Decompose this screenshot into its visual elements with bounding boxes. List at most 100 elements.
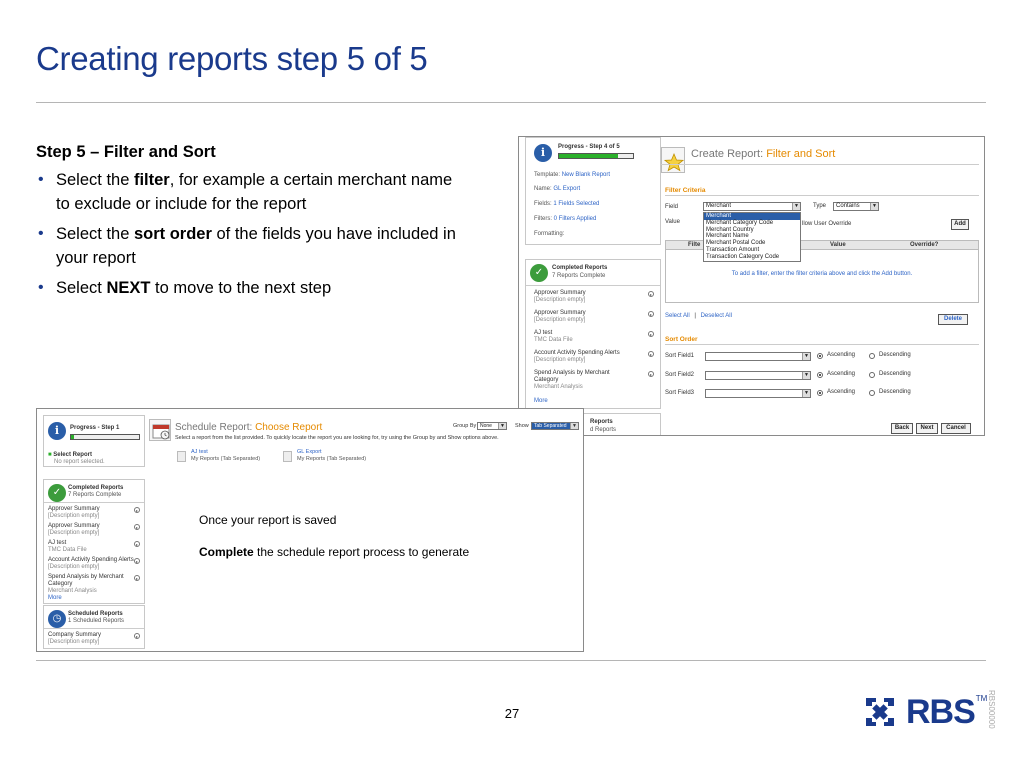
rbs-logo: RBS TM [862, 692, 987, 732]
filters-link[interactable]: 0 Filters Applied [554, 216, 597, 222]
descending-label: Descending [879, 389, 911, 395]
scheduled-title: Scheduled Reports [68, 611, 123, 617]
more-link[interactable]: More [534, 398, 548, 404]
completed-title: Completed Reports [68, 485, 124, 491]
note-complete: Complete the schedule report process to … [199, 545, 470, 559]
list-item[interactable]: Account Activity Spending Alerts [Descrip… [534, 350, 620, 364]
back-button[interactable]: Back [891, 423, 913, 434]
dropdown-option[interactable]: Merchant Category Code [704, 220, 800, 227]
check-icon: ✓ [48, 484, 66, 502]
type-select[interactable]: Contains ▼ [833, 202, 879, 211]
select-report-row: ■ Select Report [48, 452, 92, 458]
dropdown-option[interactable]: Merchant Country [704, 227, 800, 234]
sort2-ascending-radio[interactable] [817, 372, 823, 378]
cancel-button[interactable]: Cancel [941, 423, 971, 434]
report-file-item[interactable]: GL Export My Reports (Tab Separated) [297, 449, 366, 463]
arrow-right-icon[interactable]: ▸ [134, 633, 140, 639]
report-file-item[interactable]: AJ test My Reports (Tab Separated) [191, 449, 260, 463]
note-saved: Once your report is saved [199, 513, 337, 527]
bullet-next: • Select NEXT to move to the next step [36, 276, 456, 300]
fields-link[interactable]: 1 Fields Selected [553, 201, 599, 207]
step-instructions: Step 5 – Filter and Sort • Select the fil… [36, 140, 456, 306]
arrow-right-icon[interactable]: ▸ [134, 558, 140, 564]
info-icon: i [48, 422, 66, 440]
more-link[interactable]: More [48, 595, 62, 601]
list-item[interactable]: Spend Analysis by Merchant Category Mercha… [534, 370, 610, 391]
type-label: Type [813, 203, 827, 209]
list-item[interactable]: Approver Summary [Description empty] [48, 523, 100, 537]
arrow-right-icon[interactable]: ▸ [648, 351, 654, 357]
sort-field1-select[interactable]: ▼ [705, 352, 811, 361]
list-item[interactable]: Approver Summary [Description empty] [534, 290, 586, 304]
list-item[interactable]: Approver Summary [Description empty] [48, 506, 100, 520]
arrow-right-icon[interactable]: ▸ [134, 541, 140, 547]
select-all-link[interactable]: Select All [665, 313, 690, 319]
dropdown-option[interactable]: Merchant Postal Code [704, 240, 800, 247]
completed-count: 7 Reports Complete [68, 492, 122, 498]
sort1-descending-radio[interactable] [869, 353, 875, 359]
descending-label: Descending [879, 352, 911, 358]
sort-field2-select[interactable]: ▼ [705, 371, 811, 380]
name-link[interactable]: GL Export [553, 186, 580, 192]
step-heading: Step 5 – Filter and Sort [36, 143, 216, 161]
list-item[interactable]: Account Activity Spending Alerts [Descrip… [48, 557, 134, 571]
value-col-header: Value [830, 242, 846, 248]
sort-field3-select[interactable]: ▼ [705, 389, 811, 398]
divider [526, 285, 660, 286]
page-title: Schedule Report: Choose Report [175, 422, 323, 433]
sort3-ascending-radio[interactable] [817, 390, 823, 396]
value-label: Value [665, 219, 680, 225]
list-item[interactable]: AJ test TMC Data File [534, 330, 573, 344]
arrow-right-icon[interactable]: ▸ [648, 311, 654, 317]
arrow-right-icon[interactable]: ▸ [134, 575, 140, 581]
dropdown-option[interactable]: Merchant Name [704, 233, 800, 240]
arrow-right-icon[interactable]: ▸ [134, 507, 140, 513]
dropdown-option[interactable]: Transaction Category Code [704, 254, 800, 261]
arrow-right-icon[interactable]: ▸ [648, 371, 654, 377]
bullet-icon: • [38, 279, 44, 296]
list-item[interactable]: AJ test TMC Data File [48, 540, 87, 554]
rbs-logo-text: RBS [906, 692, 976, 731]
filters-row: Filters: 0 Filters Applied [534, 216, 597, 222]
show-select[interactable]: Tab Separated ▼ [531, 422, 579, 430]
template-link[interactable]: New Blank Report [562, 172, 610, 178]
info-icon: i [534, 144, 552, 162]
document-icon [177, 451, 186, 462]
arrow-right-icon[interactable]: ▸ [134, 524, 140, 530]
field-dropdown-list[interactable]: Merchant Merchant Category Code Merchant… [703, 212, 801, 262]
next-button[interactable]: Next [916, 423, 938, 434]
sort-field3-label: Sort Field3 [665, 390, 695, 396]
progress-bar [70, 434, 140, 440]
section-rule [665, 344, 979, 345]
arrow-right-icon[interactable]: ▸ [648, 331, 654, 337]
link-separator: | [694, 313, 696, 319]
arrow-right-icon[interactable]: ▸ [648, 291, 654, 297]
field-select[interactable]: Merchant ▼ [703, 202, 801, 211]
filter-criteria-label: Filter Criteria [665, 187, 706, 194]
add-button[interactable]: Add [951, 219, 969, 230]
step-bullets: • Select the filter, for example a certai… [36, 168, 456, 300]
list-item[interactable]: Approver Summary [Description empty] [534, 310, 586, 324]
sort2-descending-radio[interactable] [869, 372, 875, 378]
trademark: TM [975, 694, 988, 703]
list-item[interactable]: Company Summary [Description empty] [48, 632, 101, 646]
bullet-sort: • Select the sort order of the fields you… [36, 222, 456, 270]
progress-bar-fill [71, 435, 75, 439]
clock-icon: ◷ [48, 610, 66, 628]
scheduled-count: 1 Scheduled Reports [68, 618, 125, 624]
bullet-icon: ■ [48, 452, 52, 458]
sort1-ascending-radio[interactable] [817, 353, 823, 359]
dropdown-option[interactable]: Transaction Amount [704, 247, 800, 254]
deselect-all-link[interactable]: Deselect All [701, 313, 732, 319]
schedule-report-screenshot: i Progress - Step 1 ■ Select Report No r… [36, 408, 584, 652]
section-rule [665, 195, 979, 196]
dropdown-option[interactable]: Merchant [704, 213, 800, 220]
sort3-descending-radio[interactable] [869, 390, 875, 396]
list-item[interactable]: Spend Analysis by Merchant Category Mercha… [48, 574, 124, 595]
completed-title: Completed Reports [552, 265, 608, 271]
allow-override-label[interactable]: llow User Override [802, 221, 851, 227]
group-by-select[interactable]: None ▼ [477, 422, 507, 430]
title-divider [36, 102, 986, 103]
empty-filter-message: To add a filter, enter the filter criter… [731, 271, 913, 277]
delete-button[interactable]: Delete [938, 314, 968, 325]
